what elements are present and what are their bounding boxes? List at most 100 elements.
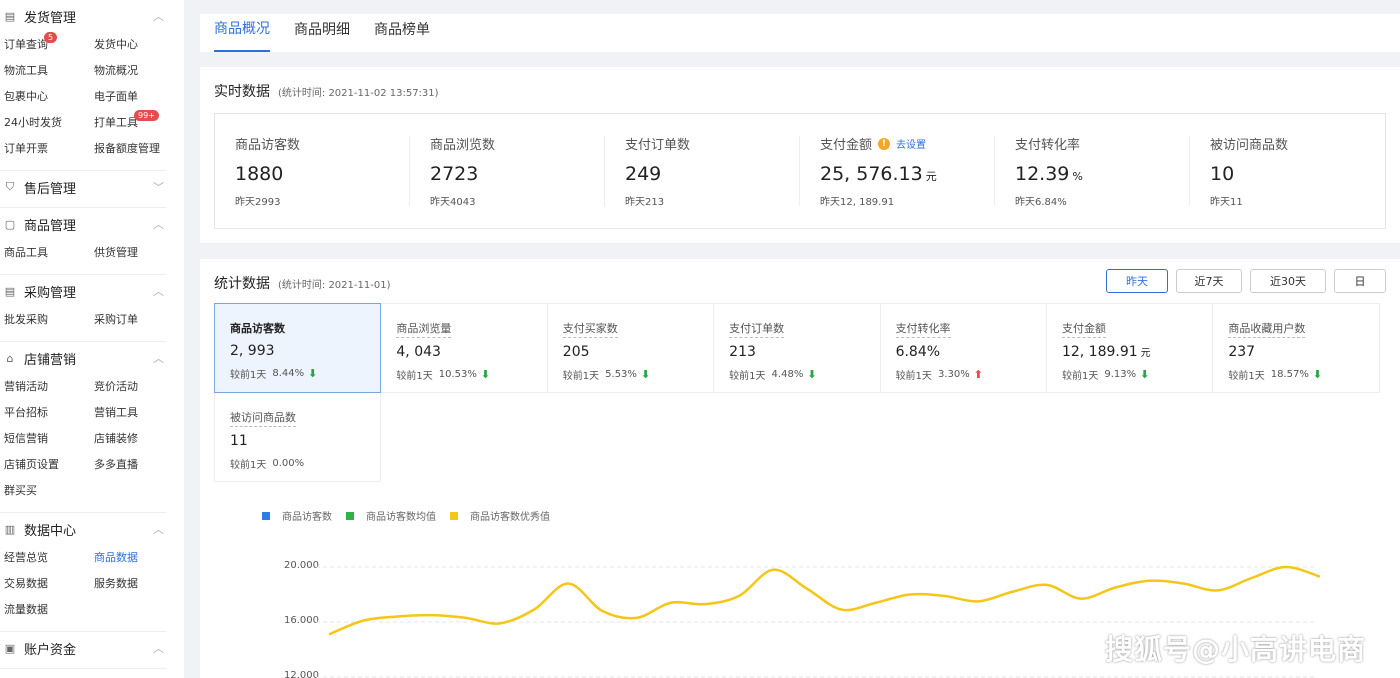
sidebar-item[interactable]: 店铺页设置 xyxy=(0,452,90,478)
metric-yesterday: 昨天6.84% xyxy=(1015,197,1067,208)
sidebar-item[interactable]: 订单查询 5 xyxy=(0,32,90,58)
chevron-down-icon[interactable]: ﹀ xyxy=(153,179,164,195)
legend-item[interactable]: 商品访客数 xyxy=(262,508,332,523)
sidebar-item[interactable]: 多多直播 xyxy=(90,452,180,478)
arrow-down-icon: ⬇ xyxy=(1312,368,1323,381)
realtime-metric: 支付订单数 249 昨天213 xyxy=(605,114,800,228)
sidebar-item[interactable]: 发货中心 xyxy=(90,32,180,58)
realtime-metric: 被访问商品数 10 昨天11 xyxy=(1190,114,1385,228)
set-up-link[interactable]: 去设置 xyxy=(896,136,926,151)
range-button-1[interactable]: 近7天 xyxy=(1176,269,1242,293)
sidebar-item[interactable]: 打单工具 99+ xyxy=(90,110,180,136)
stats-compare: 较前1天 3.30% ⬆ xyxy=(896,367,1046,382)
metric-label-text: 支付订单数 xyxy=(625,138,691,153)
stats-label-wrap: 支付金额 xyxy=(1061,320,1212,338)
sidebar-item[interactable]: 群买买 xyxy=(0,478,90,504)
sidebar-item-label: 24小时发货 xyxy=(4,116,62,129)
sidebar-item-label: 供货管理 xyxy=(94,246,138,259)
sidebar-section-header[interactable]: ▤ 采购管理 ︿ xyxy=(0,275,166,307)
sidebar-section-header[interactable]: ▥ 数据中心 ︿ xyxy=(0,513,166,545)
chevron-up-icon[interactable]: ︿ xyxy=(153,350,164,366)
stats-value: 237 xyxy=(1228,344,1378,360)
stats-compare: 较前1天 9.13% ⬇ xyxy=(1062,367,1212,382)
tab-1[interactable]: 商品明细 xyxy=(294,14,350,52)
sidebar-item[interactable]: 营销活动 xyxy=(0,374,90,400)
sidebar-item[interactable]: 批发采购 xyxy=(0,307,90,333)
stats-compare-label: 较前1天 xyxy=(1061,371,1099,382)
sidebar: ▤ 发货管理 ︿ 订单查询 5 发货中心 物流工具 物流概况 包裹中心 电子面单 24小时发货 打单工… xyxy=(0,0,184,678)
stats-label: 支付金额 xyxy=(1061,320,1106,338)
sidebar-section-header[interactable]: ⌂ 店铺营销 ︿ xyxy=(0,342,166,374)
sidebar-item[interactable]: 商品数据 xyxy=(90,545,180,571)
tab-0[interactable]: 商品概况 xyxy=(214,14,270,52)
metric-yesterday: 昨天12, 189.91 xyxy=(820,197,895,208)
sidebar-item[interactable]: 订单开票 xyxy=(0,136,90,162)
sidebar-item-label: 采购订单 xyxy=(94,313,138,326)
stats-value-number: 213 xyxy=(729,344,756,360)
range-button-0[interactable]: 昨天 xyxy=(1106,269,1168,293)
chevron-up-icon[interactable]: ︿ xyxy=(153,640,164,656)
sidebar-item[interactable]: 经营总览 xyxy=(0,545,90,571)
sidebar-item[interactable]: 服务数据 xyxy=(90,571,180,597)
legend-item[interactable]: 商品访客数优秀值 xyxy=(450,508,550,523)
stats-cell[interactable]: 支付金额 12, 189.91 元较前1天 9.13% ⬇ xyxy=(1045,303,1214,393)
stats-cell[interactable]: 商品收藏用户数 237 较前1天 18.57% ⬇ xyxy=(1212,303,1380,393)
sidebar-item[interactable]: 24小时发货 xyxy=(0,110,90,136)
sidebar-section-title: 数据中心 xyxy=(24,523,77,539)
sidebar-section-header[interactable]: ▢ 商品管理 ︿ xyxy=(0,208,166,240)
sidebar-section-title: 售后管理 xyxy=(24,181,77,197)
realtime-metric: 商品访客数 1880 昨天2993 xyxy=(215,114,410,228)
stats-label-wrap: 支付转化率 xyxy=(895,320,1046,338)
sidebar-item[interactable]: 物流工具 xyxy=(0,58,90,84)
sidebar-section: ▣ 账户资金 ︿ xyxy=(0,632,166,669)
sidebar-item[interactable]: 采购订单 xyxy=(90,307,180,333)
stats-cell[interactable]: 支付订单数 213 较前1天 4.48% ⬇ xyxy=(713,303,881,393)
stats-label: 支付买家数 xyxy=(562,320,618,338)
sidebar-item[interactable]: 店铺装修 xyxy=(90,426,180,452)
sidebar-item[interactable]: 供货管理 xyxy=(90,240,180,266)
sidebar-item[interactable]: 报备额度管理 xyxy=(90,136,180,162)
sidebar-item[interactable]: 流量数据 xyxy=(0,597,90,623)
sidebar-item-label: 经营总览 xyxy=(4,551,48,564)
sidebar-item[interactable]: 竞价活动 xyxy=(90,374,180,400)
metric-unit: % xyxy=(1072,170,1083,183)
chevron-up-icon[interactable]: ︿ xyxy=(153,521,164,537)
stats-cell[interactable]: 商品浏览量 4, 043 较前1天 10.53% ⬇ xyxy=(380,303,548,393)
sidebar-section-header[interactable]: ⛉ 售后管理 ﹀ xyxy=(0,171,166,203)
sidebar-item[interactable]: 物流概况 xyxy=(90,58,180,84)
sidebar-section-title: 店铺营销 xyxy=(24,352,77,368)
sidebar-section-header[interactable]: ▤ 发货管理 ︿ xyxy=(0,0,166,32)
range-button-3[interactable]: 日 xyxy=(1334,269,1386,293)
stats-compare: 较前1天 5.53% ⬇ xyxy=(563,367,713,382)
metric-value-number: 12.39 xyxy=(1015,163,1070,185)
stats-cell[interactable]: 支付买家数 205 较前1天 5.53% ⬇ xyxy=(546,303,715,393)
sidebar-item-label: 店铺页设置 xyxy=(4,458,59,471)
metric-label: 商品浏览数 xyxy=(430,134,605,153)
chevron-up-icon[interactable]: ︿ xyxy=(153,216,164,232)
sidebar-item-label: 打单工具 xyxy=(94,116,138,129)
stats-cell[interactable]: 支付转化率 6.84% 较前1天 3.30% ⬆ xyxy=(879,303,1047,393)
legend-item[interactable]: 商品访客数均值 xyxy=(346,508,436,523)
stats-cell[interactable]: 被访问商品数 11 较前1天 0.00% xyxy=(214,392,382,482)
sidebar-item[interactable]: 电子面单 xyxy=(90,84,180,110)
sidebar-item[interactable]: 交易数据 xyxy=(0,571,90,597)
sidebar-section-header[interactable]: ▣ 账户资金 ︿ xyxy=(0,632,166,664)
chevron-up-icon[interactable]: ︿ xyxy=(153,283,164,299)
chart-legend: 商品访客数 商品访客数均值 商品访客数优秀值 xyxy=(262,508,564,523)
chevron-up-icon[interactable]: ︿ xyxy=(153,8,164,24)
shield-icon: ⛉ xyxy=(5,180,15,193)
sidebar-item[interactable]: 短信营销 xyxy=(0,426,90,452)
sidebar-item[interactable]: 营销工具 xyxy=(90,400,180,426)
y-tick-label: 20.000 xyxy=(284,560,319,571)
sidebar-item[interactable]: 包裹中心 xyxy=(0,84,90,110)
stats-compare: 较前1天 8.44% ⬇ xyxy=(230,366,380,381)
sidebar-item-label: 订单查询 xyxy=(4,38,48,51)
stats-cell[interactable]: 商品访客数 2, 993 较前1天 8.44% ⬇ xyxy=(214,303,382,393)
sidebar-item[interactable]: 平台招标 xyxy=(0,400,90,426)
range-button-2[interactable]: 近30天 xyxy=(1250,269,1326,293)
stats-value-number: 205 xyxy=(562,344,590,360)
arrow-down-icon: ⬇ xyxy=(480,368,491,381)
tab-2[interactable]: 商品榜单 xyxy=(374,14,430,52)
stats-title-row: 统计数据 (统计时间: 2021-11-01) xyxy=(214,273,390,293)
sidebar-item[interactable]: 商品工具 xyxy=(0,240,90,266)
